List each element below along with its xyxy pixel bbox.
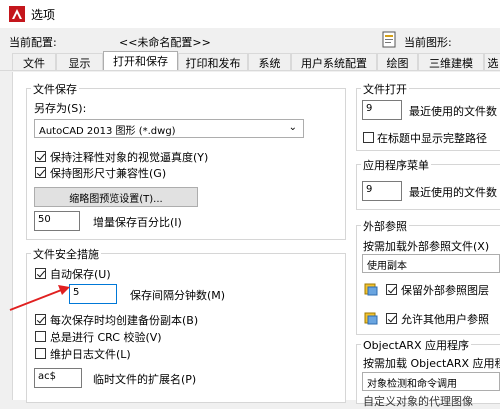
backup-copy-label: 每次保存时均创建备份副本(B) <box>50 314 199 327</box>
crc-check-checkbox[interactable] <box>35 331 46 342</box>
log-file-checkbox[interactable] <box>35 348 46 359</box>
current-drawing-label: 当前图形: <box>404 36 452 49</box>
app-menu-recent-input[interactable]: 9 <box>362 181 402 201</box>
tab-open-save[interactable]: 打开和保存 <box>103 51 178 71</box>
save-as-value: AutoCAD 2013 图形 (*.dwg) <box>39 126 176 137</box>
autosave-interval-label: 保存间隔分钟数(M) <box>130 289 226 302</box>
xref-demand-label: 按需加载外部参照文件(X) <box>363 240 490 253</box>
temp-extension-label: 临时文件的扩展名(P) <box>93 373 197 386</box>
current-profile-value: <<未命名配置>> <box>119 36 211 49</box>
retain-xref-layers-label: 保留外部参照图层 <box>401 284 489 297</box>
file-safety-group-title: 文件安全措施 <box>31 246 101 262</box>
objectarx-demand-label: 按需加载 ObjectARX 应用程 <box>363 357 500 370</box>
chevron-down-icon: ⌄ <box>288 122 297 133</box>
current-profile-label: 当前配置: <box>9 36 57 49</box>
title-bar <box>0 0 500 28</box>
tab-selection[interactable]: 选 <box>484 53 500 70</box>
tab-divider <box>0 70 500 71</box>
objectarx-demand-value: 对象检测和命令调用 <box>367 379 457 390</box>
save-as-select[interactable]: AutoCAD 2013 图形 (*.dwg) ⌄ <box>34 119 304 138</box>
window-title: 选项 <box>31 8 56 22</box>
xref-demand-select[interactable]: 使用副本 <box>362 254 500 273</box>
crc-check-label: 总是进行 CRC 校验(V) <box>50 331 162 344</box>
autosave-checkbox[interactable] <box>35 268 46 279</box>
incremental-save-label: 增量保存百分比(I) <box>93 216 182 229</box>
tab-user-preferences[interactable]: 用户系统配置 <box>291 53 377 70</box>
recent-files-input[interactable]: 9 <box>362 100 402 120</box>
app-menu-group-title: 应用程序菜单 <box>361 157 431 173</box>
size-compat-label: 保持图形尺寸兼容性(G) <box>50 167 167 180</box>
full-path-title-label: 在标题中显示完整路径 <box>377 132 487 145</box>
tab-files[interactable]: 文件 <box>12 53 56 70</box>
autocad-logo-icon <box>9 6 25 22</box>
tab-3d-modeling[interactable]: 三维建模 <box>418 53 484 70</box>
allow-xref-edit-label: 允许其他用户参照 <box>401 313 489 326</box>
drawing-file-icon <box>382 31 396 48</box>
incremental-save-input[interactable]: 50 <box>34 211 80 231</box>
tab-display[interactable]: 显示 <box>56 53 103 70</box>
backup-copy-checkbox[interactable] <box>35 314 46 325</box>
red-arrow-annotation <box>9 285 70 311</box>
full-path-title-checkbox[interactable] <box>363 132 374 143</box>
objectarx-demand-select[interactable]: 对象检测和命令调用 <box>362 372 500 391</box>
proxy-image-label: 自定义对象的代理图像 <box>363 395 473 408</box>
retain-xref-layers-checkbox[interactable] <box>386 284 397 295</box>
log-file-label: 维护日志文件(L) <box>50 348 131 361</box>
save-as-label: 另存为(S): <box>34 102 87 115</box>
tab-system[interactable]: 系统 <box>248 53 291 70</box>
thumbnail-settings-button[interactable]: 缩略图预览设置(T)... <box>34 187 198 207</box>
app-menu-recent-label: 最近使用的文件数 <box>409 186 497 199</box>
xref-edit-icon <box>364 312 378 325</box>
file-open-group-title: 文件打开 <box>361 81 409 97</box>
tab-plot-publish[interactable]: 打印和发布 <box>178 53 248 70</box>
size-compat-checkbox[interactable] <box>35 167 46 178</box>
allow-xref-edit-checkbox[interactable] <box>386 313 397 324</box>
annotative-fidelity-label: 保持注释性对象的视觉逼真度(Y) <box>50 151 209 164</box>
objectarx-group-title: ObjectARX 应用程序 <box>361 337 472 353</box>
xref-group-title: 外部参照 <box>361 218 409 234</box>
xref-layer-icon <box>364 283 378 296</box>
autosave-label: 自动保存(U) <box>50 268 111 281</box>
temp-extension-input[interactable]: ac$ <box>34 368 82 388</box>
tab-bar: 文件 显示 打开和保存 打印和发布 系统 用户系统配置 绘图 三维建模 选 <box>0 51 500 71</box>
recent-files-label: 最近使用的文件数 <box>409 105 497 118</box>
autosave-interval-input[interactable]: 5 <box>69 284 117 304</box>
xref-demand-value: 使用副本 <box>367 261 407 272</box>
file-save-group-title: 文件保存 <box>31 81 79 97</box>
annotative-fidelity-checkbox[interactable] <box>35 151 46 162</box>
tab-drafting[interactable]: 绘图 <box>377 53 418 70</box>
